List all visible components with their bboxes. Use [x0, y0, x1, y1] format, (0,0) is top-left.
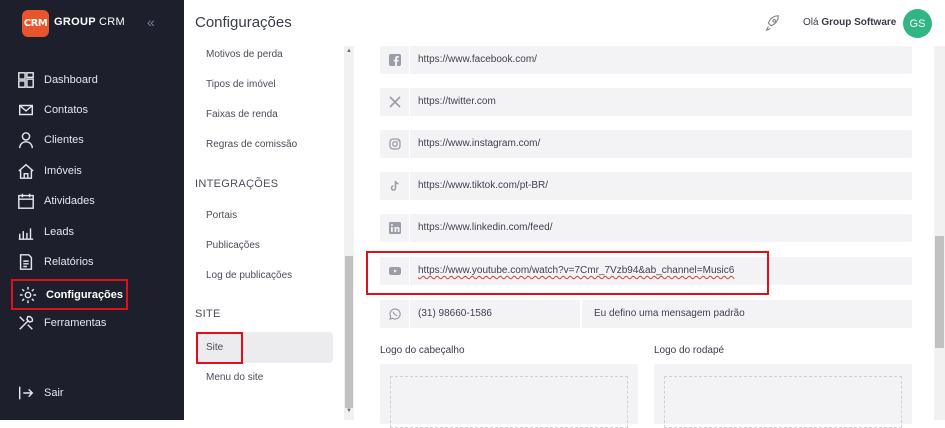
tools-icon: [16, 313, 36, 333]
linkedin-icon: [380, 214, 410, 242]
logout-icon: [16, 383, 36, 403]
dashboard-icon: [16, 70, 36, 90]
nav-label: Atividades: [44, 195, 95, 207]
user-greeting: Olá Group Software: [803, 17, 896, 28]
brand-name: GROUP CRM: [54, 16, 125, 28]
site-settings-form: https://www.facebook.com/ https://twitte…: [354, 46, 934, 428]
nav-label: Leads: [44, 226, 74, 238]
brand-name-thin: CRM: [99, 16, 125, 28]
gear-icon: [18, 285, 38, 305]
section-heading-integracoes: INTEGRAÇÕES: [195, 178, 279, 190]
upload-dropzone[interactable]: [664, 376, 902, 428]
menu-item-site[interactable]: Site: [206, 342, 223, 353]
nav-item-configuracoes[interactable]: Configurações: [11, 279, 128, 310]
nav-item-leads[interactable]: Leads: [16, 220, 74, 244]
footer-logo-label: Logo do rodapé: [654, 345, 725, 356]
whatsapp-message-text: Eu defino uma mensagem padrão: [594, 308, 745, 319]
scroll-up-icon[interactable]: ▲: [346, 48, 352, 54]
linkedin-field[interactable]: https://www.linkedin.com/feed/: [380, 214, 912, 242]
highlight-box-youtube: [366, 251, 769, 295]
linkedin-url: https://www.linkedin.com/feed/: [418, 222, 553, 233]
content-scrollbar[interactable]: [934, 46, 945, 420]
nav-item-relatorios[interactable]: Relatórios: [16, 250, 94, 274]
whatsapp-number: (31) 98660-1586: [418, 308, 492, 319]
nav-label: Imóveis: [44, 165, 82, 177]
calendar-icon: [16, 191, 36, 211]
nav-item-atividades[interactable]: Atividades: [16, 189, 95, 213]
upload-dropzone[interactable]: [390, 376, 628, 428]
section-heading-site: SITE: [195, 308, 221, 320]
greeting-text: Olá: [803, 17, 819, 28]
instagram-url: https://www.instagram.com/: [418, 138, 541, 149]
logout-label: Sair: [44, 387, 64, 399]
user-icon: [16, 130, 36, 150]
chart-icon: [16, 222, 36, 242]
tiktok-field[interactable]: https://www.tiktok.com/pt-BR/: [380, 172, 912, 200]
facebook-url: https://www.facebook.com/: [418, 54, 537, 65]
header-logo-upload[interactable]: [380, 364, 638, 428]
nav-item-ferramentas[interactable]: Ferramentas: [16, 311, 106, 335]
menu-item-regras-comissao[interactable]: Regras de comissão: [206, 139, 297, 150]
menu-item-faixas-renda[interactable]: Faixas de renda: [206, 109, 278, 120]
instagram-icon: [380, 130, 410, 158]
collapse-sidebar-icon[interactable]: «: [147, 14, 155, 30]
nav-label: Dashboard: [44, 74, 98, 86]
nav-item-contatos[interactable]: Contatos: [16, 98, 88, 122]
nav-label: Configurações: [46, 288, 124, 301]
menu-item-motivos-perda[interactable]: Motivos de perda: [206, 49, 283, 60]
logout-button[interactable]: Sair: [16, 381, 64, 405]
contacts-icon: [16, 100, 36, 120]
header-logo-label: Logo do cabeçalho: [380, 345, 465, 356]
content-scrollbar-thumb[interactable]: [935, 236, 944, 348]
brand-logo-icon[interactable]: CRM: [22, 10, 49, 37]
settings-menu: Motivos de perda Tipos de imóvel Faixas …: [184, 46, 344, 420]
menu-item-portais[interactable]: Portais: [206, 210, 237, 221]
page-title: Configurações: [195, 14, 292, 31]
nav-label: Ferramentas: [44, 317, 107, 329]
twitter-field[interactable]: https://twitter.com: [380, 88, 912, 116]
avatar[interactable]: GS: [903, 9, 932, 38]
x-twitter-icon: [380, 88, 410, 116]
facebook-field[interactable]: https://www.facebook.com/: [380, 46, 912, 74]
menu-item-publicacoes[interactable]: Publicações: [206, 240, 260, 251]
tiktok-icon: [380, 172, 410, 200]
menu-item-tipos-imovel[interactable]: Tipos de imóvel: [206, 79, 276, 90]
nav-item-imoveis[interactable]: Imóveis: [16, 159, 82, 183]
menu-item-log-publicacoes[interactable]: Log de publicações: [206, 270, 292, 281]
menu-scrollbar[interactable]: ▲ ▼: [344, 46, 354, 420]
footer-logo-upload[interactable]: [654, 364, 912, 428]
whatsapp-field[interactable]: (31) 98660-1586 Eu defino uma mensagem p…: [380, 300, 912, 328]
tiktok-url: https://www.tiktok.com/pt-BR/: [418, 180, 549, 191]
instagram-field[interactable]: https://www.instagram.com/: [380, 130, 912, 158]
rocket-icon[interactable]: [763, 14, 781, 32]
report-icon: [16, 252, 36, 272]
sidebar: CRM GROUP CRM « Dashboard Contatos Clien…: [0, 0, 184, 420]
nav-item-dashboard[interactable]: Dashboard: [16, 68, 98, 92]
user-name: Group Software: [821, 17, 897, 28]
nav-label: Relatórios: [44, 256, 94, 268]
facebook-icon: [380, 46, 410, 74]
menu-scrollbar-thumb[interactable]: [345, 256, 353, 408]
brand-name-bold: GROUP: [54, 16, 96, 28]
whatsapp-icon: [380, 300, 410, 328]
home-icon: [16, 161, 36, 181]
scroll-down-icon[interactable]: ▼: [346, 408, 352, 414]
twitter-url: https://twitter.com: [418, 96, 496, 107]
menu-item-menu-site[interactable]: Menu do site: [206, 372, 263, 383]
nav-label: Clientes: [44, 134, 84, 146]
nav-item-clientes[interactable]: Clientes: [16, 128, 84, 152]
whatsapp-message-input[interactable]: Eu defino uma mensagem padrão: [580, 300, 912, 328]
top-header: Configurações Olá Group Software GS: [184, 0, 945, 46]
nav-label: Contatos: [44, 104, 89, 116]
